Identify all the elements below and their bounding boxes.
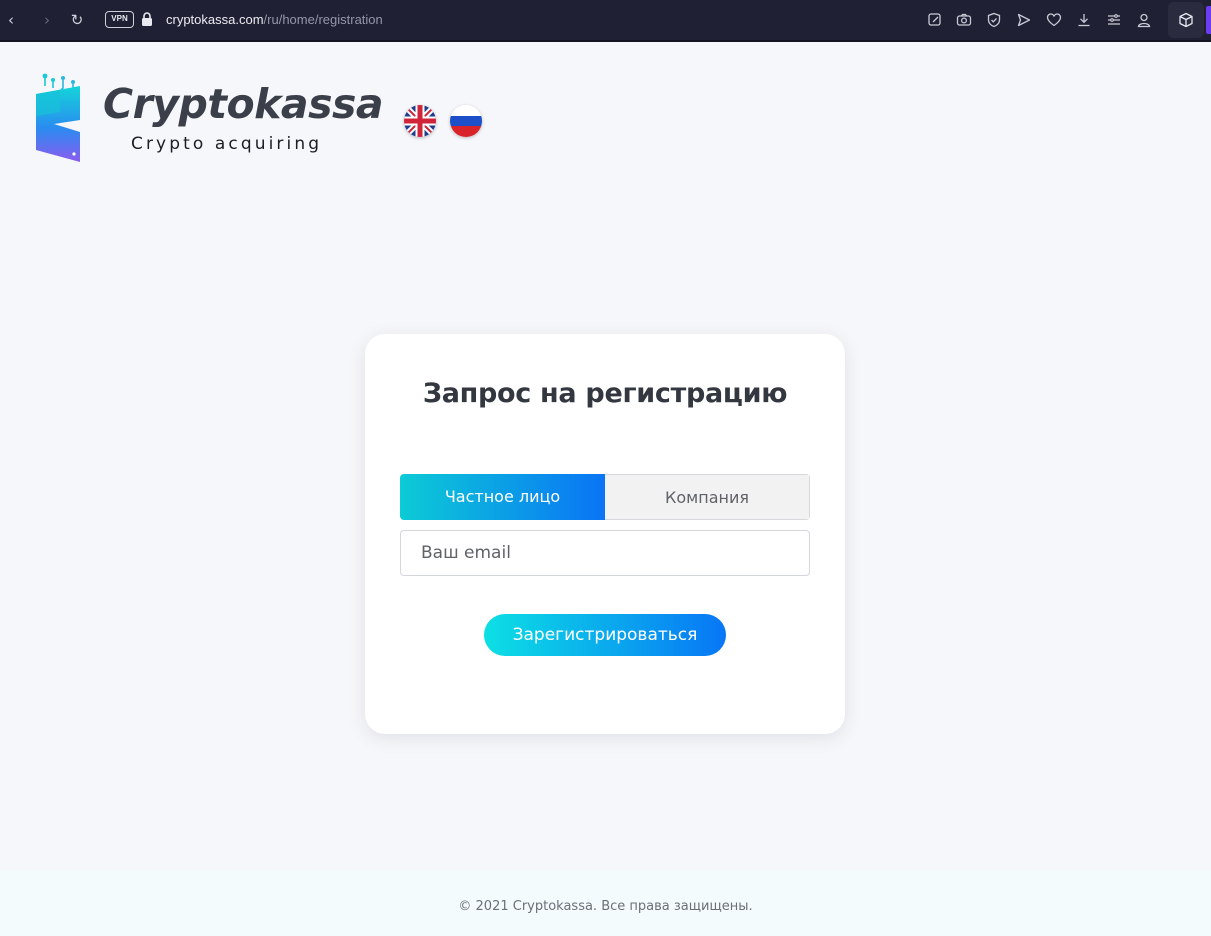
reload-icon[interactable]: ↻ [68, 10, 86, 30]
ru-flag-icon[interactable] [450, 105, 482, 137]
footer: © 2021 Cryptokassa. Все права защищены. [0, 871, 1211, 936]
browser-toolbar: ‹ › ↻ VPN cryptokassa.com/ru/home/regist… [0, 0, 1211, 42]
form-title: Запрос на регистрацию [422, 378, 788, 409]
url-host: cryptokassa.com [166, 12, 264, 27]
url-path: /ru/home/registration [263, 12, 383, 27]
register-button[interactable]: Зарегистрироваться [484, 614, 726, 656]
registration-card: Запрос на регистрацию Частное лицо Компа… [365, 334, 845, 734]
profile-icon[interactable] [1136, 12, 1152, 28]
download-icon[interactable] [1076, 12, 1092, 28]
account-type-tabs: Частное лицо Компания [400, 474, 810, 520]
sidebar-accent [1206, 6, 1211, 34]
back-icon[interactable]: ‹ [2, 10, 20, 30]
logo-icon[interactable] [32, 72, 84, 164]
tab-private-person[interactable]: Частное лицо [400, 474, 605, 520]
extension-button[interactable] [1168, 2, 1204, 38]
footer-copyright: © 2021 Cryptokassa. Все права защищены. [458, 899, 753, 914]
camera-icon[interactable] [956, 12, 972, 28]
lock-icon [142, 12, 152, 26]
address-bar[interactable]: cryptokassa.com/ru/home/registration [166, 11, 383, 29]
email-field[interactable] [400, 530, 810, 576]
shield-icon[interactable] [986, 12, 1002, 28]
vpn-badge[interactable]: VPN [105, 11, 134, 28]
forward-icon[interactable]: › [38, 10, 56, 30]
menu-icon[interactable] [1106, 12, 1122, 28]
en-flag-icon[interactable] [404, 105, 436, 137]
logo-subtitle: Crypto acquiring [131, 134, 323, 154]
heart-icon[interactable] [1046, 12, 1062, 28]
logo-title[interactable]: Cryptokassa [103, 80, 384, 128]
edit-icon[interactable] [927, 12, 943, 28]
tab-company[interactable]: Компания [605, 474, 810, 520]
send-icon[interactable] [1016, 12, 1032, 28]
extension-cube-icon [1179, 12, 1193, 28]
